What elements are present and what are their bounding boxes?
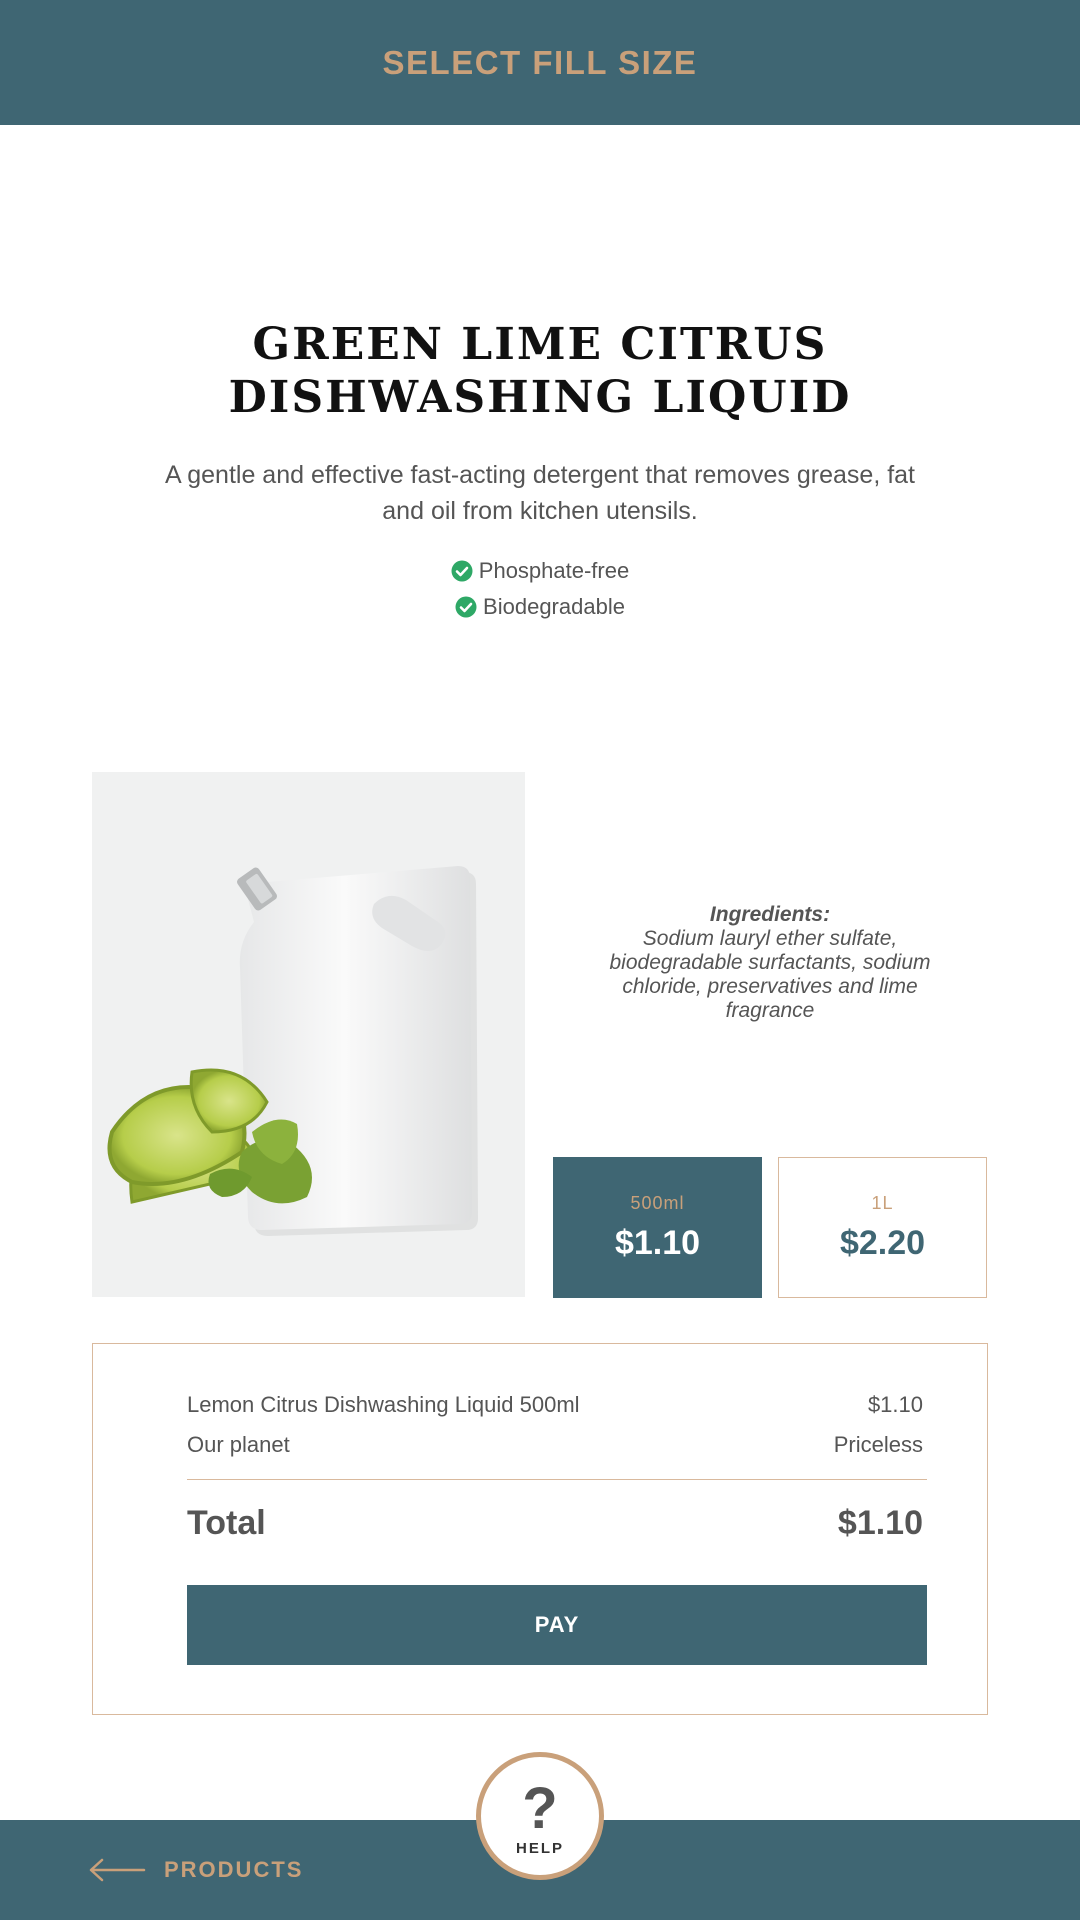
- check-circle-icon: [451, 560, 473, 582]
- help-button[interactable]: ? HELP: [476, 1752, 604, 1880]
- summary-line-item: Our planet Priceless: [187, 1432, 923, 1458]
- total-label: Total: [187, 1504, 266, 1542]
- feature-label: Phosphate-free: [478, 558, 630, 583]
- pouch-illustration: [107, 866, 478, 1236]
- product-title-line-1: GREEN LIME CITRUS: [252, 319, 828, 370]
- top-bar: SELECT FILL SIZE: [0, 0, 1080, 125]
- back-to-products-button[interactable]: PRODUCTS: [88, 1820, 303, 1920]
- divider: [187, 1479, 927, 1480]
- check-circle-icon: [455, 596, 477, 618]
- size-option-500ml[interactable]: 500ml $1.10: [553, 1157, 762, 1298]
- help-label: HELP: [515, 1839, 564, 1857]
- line-item-price: $1.10: [867, 1392, 923, 1417]
- feature-label: Biodegradable: [483, 594, 625, 619]
- size-label: 1L: [871, 1192, 894, 1213]
- size-price: $2.20: [839, 1223, 926, 1262]
- line-item-name: Our planet: [187, 1432, 290, 1457]
- total-row: Total $1.10: [187, 1504, 923, 1543]
- page-title: SELECT FILL SIZE: [382, 43, 698, 81]
- size-price: $1.10: [614, 1223, 701, 1262]
- feature-list: Phosphate-free Biodegradable: [0, 553, 1080, 625]
- ingredients-title: Ingredients:: [709, 903, 831, 926]
- pay-button[interactable]: PAY: [187, 1585, 927, 1665]
- summary-line-item: Lemon Citrus Dishwashing Liquid 500ml $1…: [187, 1392, 923, 1418]
- total-value: $1.10: [837, 1504, 923, 1542]
- feature-item: Biodegradable: [455, 589, 625, 625]
- ingredients: Ingredients: Sodium lauryl ether sulfate…: [580, 903, 960, 1023]
- product-description: A gentle and effective fast-acting deter…: [165, 461, 915, 525]
- arrow-left-icon: [89, 1858, 146, 1882]
- size-option-1l[interactable]: 1L $2.20: [778, 1157, 987, 1298]
- size-label: 500ml: [630, 1192, 685, 1213]
- product-title-line-2: DISHWASHING LIQUID: [228, 372, 852, 423]
- feature-item: Phosphate-free: [451, 553, 629, 589]
- ingredients-text: Sodium lauryl ether sulfate, biodegradab…: [609, 927, 931, 1022]
- product-title: GREEN LIME CITRUS DISHWASHING LIQUID: [90, 318, 990, 424]
- product-image: [92, 772, 525, 1297]
- line-item-price: Priceless: [833, 1432, 923, 1457]
- order-summary: Lemon Citrus Dishwashing Liquid 500ml $1…: [92, 1343, 988, 1715]
- question-mark-icon: ?: [522, 1775, 558, 1841]
- back-label: PRODUCTS: [164, 1857, 304, 1882]
- line-item-name: Lemon Citrus Dishwashing Liquid 500ml: [187, 1392, 580, 1417]
